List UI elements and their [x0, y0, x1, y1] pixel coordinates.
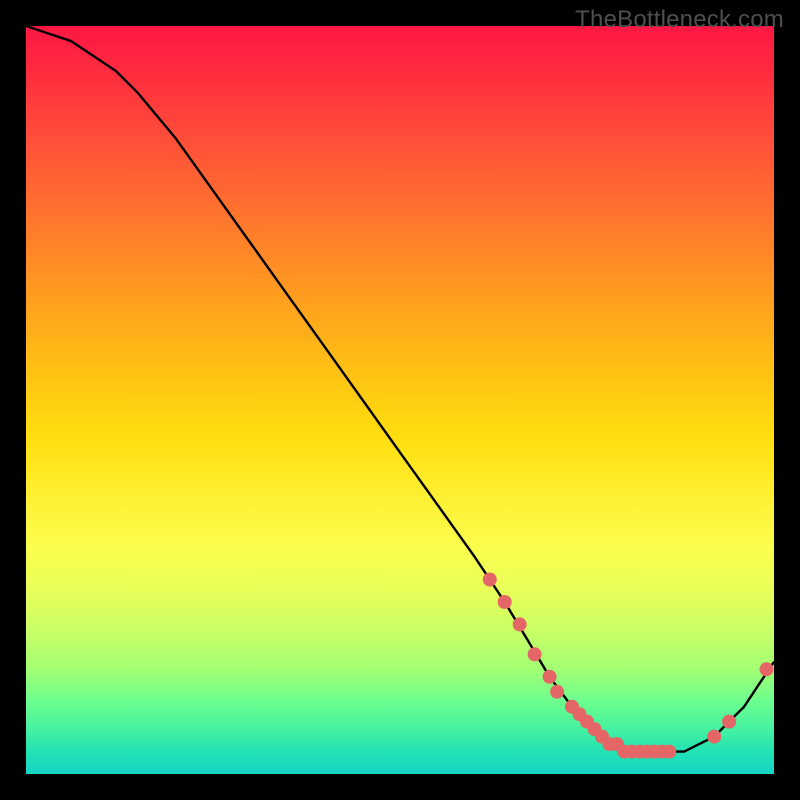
data-dot — [483, 573, 497, 587]
data-dot — [543, 670, 557, 684]
watermark-text: TheBottleneck.com — [575, 6, 784, 34]
data-dot — [722, 715, 736, 729]
data-dot — [707, 730, 721, 744]
data-dot — [513, 617, 527, 631]
data-dot — [760, 662, 774, 676]
data-dot — [528, 647, 542, 661]
bottleneck-curve — [26, 26, 774, 752]
data-dot — [498, 595, 512, 609]
data-dot — [662, 745, 676, 759]
data-dot — [550, 685, 564, 699]
chart-frame: TheBottleneck.com — [0, 0, 800, 800]
chart-overlay — [26, 26, 774, 774]
dots-group — [483, 573, 774, 759]
plot-area — [26, 26, 774, 774]
